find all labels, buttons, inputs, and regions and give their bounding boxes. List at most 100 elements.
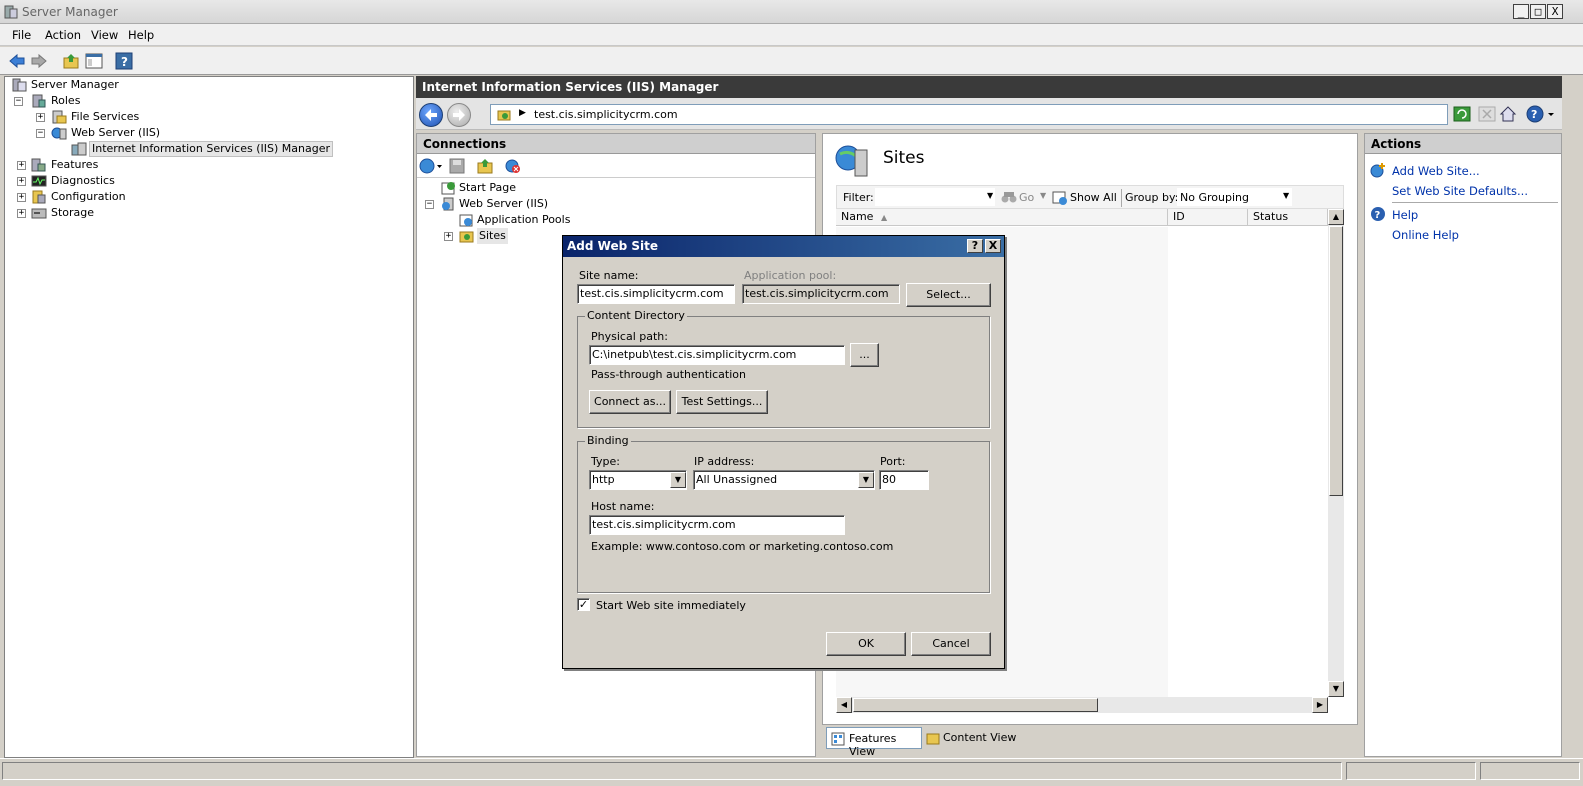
test-settings-button[interactable]: Test Settings...	[676, 390, 768, 414]
vertical-scrollbar[interactable]: ▲ ▼	[1328, 209, 1344, 697]
show-all-icon	[1052, 191, 1067, 205]
ip-address-select[interactable]: All Unassigned ▼	[693, 470, 875, 490]
type-dropdown-icon[interactable]: ▼	[670, 472, 686, 488]
tree-item-web-server[interactable]: − Web Server (IIS)	[9, 125, 409, 141]
expand-icon[interactable]: +	[17, 209, 26, 218]
host-name-input[interactable]: test.cis.simplicitycrm.com	[589, 515, 845, 535]
binding-legend: Binding	[585, 434, 631, 447]
set-defaults-link[interactable]: Set Web Site Defaults...	[1392, 184, 1528, 198]
go-button[interactable]: Go	[1019, 191, 1034, 204]
content-view-label: Content View	[943, 731, 1017, 744]
online-help-link[interactable]: Online Help	[1392, 228, 1459, 242]
breadcrumb-chevron-icon[interactable]: ▶	[519, 108, 526, 118]
physical-path-input[interactable]: C:\inetpub\test.cis.simplicitycrm.com	[589, 345, 845, 365]
disconnect-icon[interactable]	[505, 158, 521, 174]
conn-item-web-server[interactable]: − Web Server (IIS)	[421, 196, 811, 212]
scroll-thumb[interactable]	[1329, 226, 1343, 496]
filter-label: Filter:	[843, 191, 874, 204]
stop-icon[interactable]	[1478, 106, 1496, 122]
conn-item-app-pools[interactable]: Application Pools	[421, 212, 811, 228]
server-manager-icon	[4, 5, 18, 19]
forward-arrow-icon[interactable]	[30, 52, 48, 70]
features-view-tab[interactable]: Features View	[826, 727, 922, 758]
go-dropdown-icon[interactable]: ▼	[1040, 191, 1046, 200]
show-hide-console-tree-icon[interactable]	[85, 52, 103, 70]
browse-button[interactable]: ...	[850, 343, 879, 367]
forward-button[interactable]	[447, 103, 471, 127]
tree-item-iis-manager[interactable]: Internet Information Services (IIS) Mana…	[9, 141, 409, 157]
configuration-icon	[32, 190, 46, 204]
conn-item-start-page[interactable]: Start Page	[421, 180, 811, 196]
port-input[interactable]: 80	[879, 470, 929, 490]
start-immediately-checkbox[interactable]: ✓	[577, 598, 590, 611]
help-icon[interactable]: ?	[115, 52, 133, 70]
minimize-button[interactable]: _	[1513, 4, 1529, 19]
horizontal-scrollbar[interactable]: ◀ ▶	[836, 697, 1328, 713]
help-link[interactable]: Help	[1392, 208, 1418, 222]
help-dropdown-icon[interactable]: ?	[1526, 105, 1556, 123]
menu-action[interactable]: Action	[45, 28, 81, 42]
features-view-icon	[831, 732, 845, 746]
filter-dropdown-icon[interactable]: ▼	[987, 191, 993, 200]
expand-icon[interactable]: +	[17, 177, 26, 186]
close-button[interactable]: X	[1547, 4, 1563, 19]
add-web-site-link[interactable]: Add Web Site...	[1392, 164, 1480, 178]
site-name-input[interactable]: test.cis.simplicitycrm.com	[577, 284, 735, 304]
tree-item-configuration[interactable]: + Configuration	[9, 189, 409, 205]
scroll-right-icon[interactable]: ▶	[1312, 697, 1328, 713]
column-id[interactable]: ID	[1168, 209, 1248, 226]
column-label: Name	[841, 210, 874, 223]
tree-item-file-services[interactable]: + File Services	[9, 109, 409, 125]
maximize-button[interactable]: □	[1530, 4, 1546, 19]
tree-item-storage[interactable]: + Storage	[9, 205, 409, 221]
content-view-tab[interactable]: Content View	[926, 728, 1026, 748]
address-box[interactable]: ▶ test.cis.simplicitycrm.com	[490, 104, 1448, 125]
connect-as-button[interactable]: Connect as...	[589, 390, 671, 414]
show-all-button[interactable]: Show All	[1070, 191, 1117, 204]
group-by-select[interactable]: No Grouping	[1177, 188, 1292, 206]
collapse-icon[interactable]: −	[14, 97, 23, 106]
tree-item-roles[interactable]: − Roles	[9, 93, 409, 109]
menu-help[interactable]: Help	[128, 28, 154, 42]
home-icon[interactable]	[1499, 105, 1517, 123]
column-status[interactable]: Status	[1248, 209, 1328, 226]
back-arrow-icon[interactable]	[8, 52, 26, 70]
back-button[interactable]	[419, 103, 443, 127]
type-select[interactable]: http ▼	[589, 470, 687, 490]
expand-icon[interactable]: +	[17, 193, 26, 202]
status-bar	[0, 758, 1583, 786]
tree-item-diagnostics[interactable]: + Diagnostics	[9, 173, 409, 189]
dialog-close-button[interactable]: X	[985, 239, 1001, 253]
ip-dropdown-icon[interactable]: ▼	[858, 472, 874, 488]
scroll-left-icon[interactable]: ◀	[836, 697, 852, 713]
up-level-icon[interactable]	[477, 158, 493, 174]
up-folder-icon[interactable]	[62, 52, 80, 70]
scroll-down-icon[interactable]: ▼	[1328, 681, 1344, 697]
select-app-pool-button[interactable]: Select...	[906, 283, 991, 307]
group-by-dropdown-icon[interactable]: ▼	[1283, 191, 1289, 200]
refresh-icon[interactable]	[1453, 106, 1471, 122]
collapse-icon[interactable]: −	[425, 200, 434, 209]
expand-icon[interactable]: +	[444, 232, 453, 241]
cancel-button[interactable]: Cancel	[911, 632, 991, 656]
menu-view[interactable]: View	[91, 28, 118, 42]
ok-button[interactable]: OK	[826, 632, 906, 656]
tree-label: Features	[51, 158, 99, 171]
hscroll-thumb[interactable]	[853, 698, 1098, 712]
dialog-help-button[interactable]: ?	[967, 239, 983, 253]
tree-label: Sites	[477, 228, 508, 244]
tree-item-features[interactable]: + Features	[9, 157, 409, 173]
host-example-text: Example: www.contoso.com or marketing.co…	[591, 540, 894, 553]
start-page-icon	[441, 182, 455, 195]
menu-file[interactable]: File	[12, 28, 31, 42]
save-icon[interactable]	[449, 158, 465, 174]
scroll-up-icon[interactable]: ▲	[1328, 209, 1344, 225]
expand-icon[interactable]: +	[17, 161, 26, 170]
collapse-icon[interactable]: −	[36, 129, 45, 138]
expand-icon[interactable]: +	[36, 113, 45, 122]
tree-item-server-manager[interactable]: Server Manager	[9, 77, 409, 93]
connect-globe-icon[interactable]	[419, 158, 443, 174]
column-name[interactable]: Name ▲	[836, 209, 1168, 226]
iis-manager-icon	[71, 142, 87, 156]
filter-input[interactable]	[875, 188, 995, 206]
